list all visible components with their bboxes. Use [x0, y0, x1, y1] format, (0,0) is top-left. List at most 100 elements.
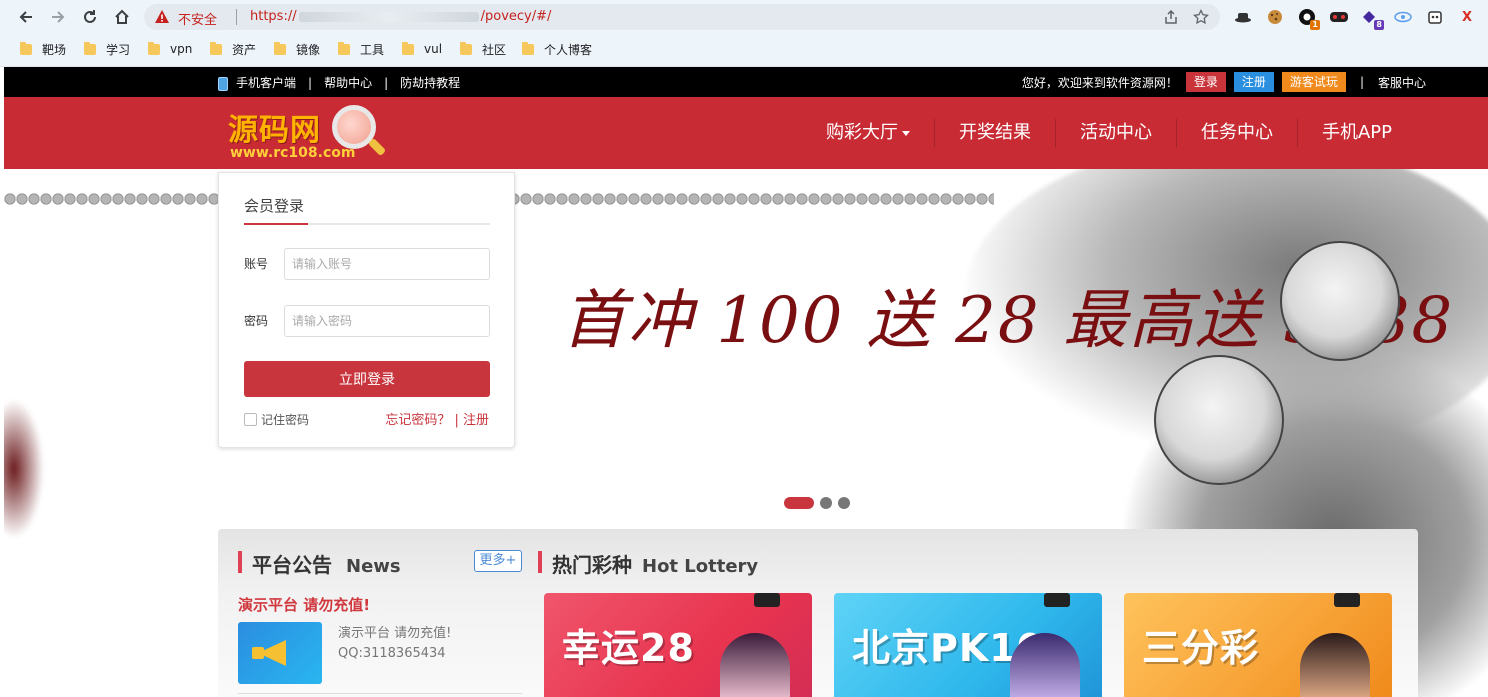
bookmark-label: 学习 [106, 42, 131, 57]
logo-url: www.rc108.com [230, 145, 356, 161]
bookmark-folder[interactable]: 靶场 [20, 39, 66, 59]
share-icon[interactable] [1162, 8, 1180, 26]
bookmark-label: 镜像 [296, 42, 321, 57]
folder-icon [210, 41, 222, 55]
bookmark-folder[interactable]: 工具 [338, 39, 384, 59]
mask-extension-icon[interactable] [1328, 6, 1350, 28]
bookmark-label: 个人博客 [544, 42, 593, 57]
tea-cup-decoration [1154, 355, 1284, 485]
login-title: 会员登录 [244, 197, 305, 215]
remember-password[interactable]: 记住密码 [244, 411, 309, 428]
guest-trial-button[interactable]: 游客试玩 [1281, 72, 1346, 92]
forgot-register-link[interactable]: 忘记密码？ | 注册 [385, 409, 489, 428]
lottery-card-bjpk10[interactable]: 北京PK10 [834, 593, 1102, 697]
announcement-thumbnail[interactable] [238, 622, 322, 684]
main-menu: 购彩大厅 开奖结果 活动中心 任务中心 手机APP [802, 119, 1416, 147]
menu-task-center[interactable]: 任务中心 [1175, 119, 1297, 147]
lottery-card-lucky28[interactable]: 幸运28 [544, 593, 812, 697]
back-icon[interactable] [14, 5, 38, 29]
insecure-label[interactable]: 不安全 [178, 9, 217, 28]
menu-lottery-hall[interactable]: 购彩大厅 [802, 119, 934, 147]
folder-icon [522, 41, 534, 55]
robot-extension-icon[interactable] [1424, 6, 1446, 28]
phone-icon [218, 76, 228, 91]
reload-icon[interactable] [78, 5, 102, 29]
bookmark-folder[interactable]: 个人博客 [522, 39, 592, 59]
carousel-dot[interactable] [838, 497, 850, 509]
folder-icon [20, 41, 32, 55]
megaphone-cone [258, 640, 286, 666]
character-figure [720, 633, 790, 697]
extension-badge: 1 [1310, 20, 1320, 30]
browser-toolbar: 不安全 https:///povecy/#/ 1 8 X [0, 0, 1488, 34]
omnibox-separator [236, 9, 237, 25]
home-icon[interactable] [110, 5, 134, 29]
notice-headline[interactable]: 演示平台 请勿充值! [238, 594, 370, 615]
remember-checkbox[interactable] [244, 413, 257, 426]
notice-divider [238, 693, 522, 694]
bookmark-folder[interactable]: 资产 [210, 39, 256, 59]
carousel-dot[interactable] [820, 497, 832, 509]
bookmarks-bar: 靶场 学习 vpn 资产 镜像 工具 vul 社区 个人博客 [0, 36, 1488, 62]
account-label: 账号 [244, 257, 269, 271]
password-input[interactable] [284, 305, 490, 337]
anti-hijack-link[interactable]: 防劫持教程 [400, 74, 460, 91]
login-submit-button[interactable]: 立即登录 [244, 361, 490, 397]
star-icon[interactable] [1192, 8, 1210, 26]
lottery-card-3min[interactable]: 三分彩 [1124, 593, 1392, 697]
password-label: 密码 [244, 314, 269, 328]
news-heading: 平台公告 News [238, 549, 401, 578]
spotlight-icon [1334, 593, 1360, 607]
leaf-decoration [4, 399, 44, 539]
hot-lottery-title-cn: 热门彩种 [552, 553, 632, 577]
menu-mobile-app[interactable]: 手机APP [1296, 119, 1416, 147]
carousel-dot[interactable] [784, 497, 814, 509]
content-panel: 平台公告 News 更多+ 演示平台 请勿充值! 演示平台 请勿充值! QQ:3… [218, 529, 1418, 697]
lottery-card-name: 三分彩 [1142, 626, 1260, 670]
logo-text: 源码网 [228, 113, 321, 148]
hot-lottery-heading: 热门彩种 Hot Lottery [538, 549, 758, 578]
character-figure [1300, 633, 1370, 697]
eye-extension-icon[interactable] [1392, 6, 1414, 28]
topbar-login-button[interactable]: 登录 [1185, 72, 1226, 92]
menu-activity-center[interactable]: 活动中心 [1054, 119, 1176, 147]
url-text[interactable]: https:// /povecy/#/ [250, 9, 551, 24]
member-login-card: 会员登录 账号 密码 立即登录 记住密码 忘记密码？ | 注册 [218, 172, 515, 448]
forward-icon[interactable] [46, 5, 70, 29]
folder-icon [84, 41, 96, 55]
site-topbar: 手机客户端 | 帮助中心 | 防劫持教程 您好，欢迎来到软件资源网！ 登录 注册… [4, 67, 1488, 97]
bookmark-folder[interactable]: 镜像 [274, 39, 320, 59]
bookmark-folder[interactable]: 社区 [460, 39, 506, 59]
bookmark-label: 工具 [360, 42, 385, 57]
notice-text: 演示平台 请勿充值! [338, 626, 452, 641]
notice-qq: QQ:3118365434 [338, 646, 446, 661]
topbar-links: 手机客户端 | 帮助中心 | 防劫持教程 [218, 74, 460, 91]
tea-cup-decoration [1280, 241, 1400, 361]
bookmark-folder[interactable]: 学习 [84, 39, 130, 59]
menu-draw-results[interactable]: 开奖结果 [933, 119, 1055, 147]
bookmark-folder[interactable]: vul [402, 39, 442, 59]
help-center-link[interactable]: 帮助中心 [324, 74, 372, 91]
cookie-extension-icon[interactable] [1264, 6, 1286, 28]
close-extension-icon[interactable]: X [1456, 6, 1478, 28]
topbar-user-actions: 您好，欢迎来到软件资源网！ 登录 注册 游客试玩 | 客服中心 [1022, 72, 1426, 92]
topbar-register-button[interactable]: 注册 [1233, 72, 1274, 92]
bookmark-folder[interactable]: vpn [148, 39, 192, 59]
customer-service-link[interactable]: 客服中心 [1378, 74, 1426, 91]
carousel-indicators [784, 497, 850, 509]
news-more-button[interactable]: 更多+ [474, 550, 522, 572]
spotlight-icon [1044, 593, 1070, 607]
mobile-client-link[interactable]: 手机客户端 [218, 74, 296, 91]
browser-chrome: 不安全 https:///povecy/#/ 1 8 X 靶场 学习 vpn 资… [0, 0, 1488, 67]
bookmark-label: 靶场 [42, 42, 67, 57]
address-bar[interactable]: 不安全 https:// /povecy/#/ [144, 4, 1220, 30]
bookmark-label: 资产 [232, 42, 257, 57]
lottery-card-name: 幸运28 [562, 626, 695, 670]
warning-icon[interactable] [154, 9, 170, 28]
site-logo[interactable]: 源码网 www.rc108.com [228, 103, 388, 165]
remember-label: 记住密码 [261, 413, 310, 427]
wappalyzer-extension-icon[interactable]: 8 [1360, 6, 1384, 30]
account-input[interactable] [284, 248, 490, 280]
hat-extension-icon[interactable] [1232, 6, 1254, 28]
hackbar-extension-icon[interactable]: 1 [1296, 6, 1320, 30]
